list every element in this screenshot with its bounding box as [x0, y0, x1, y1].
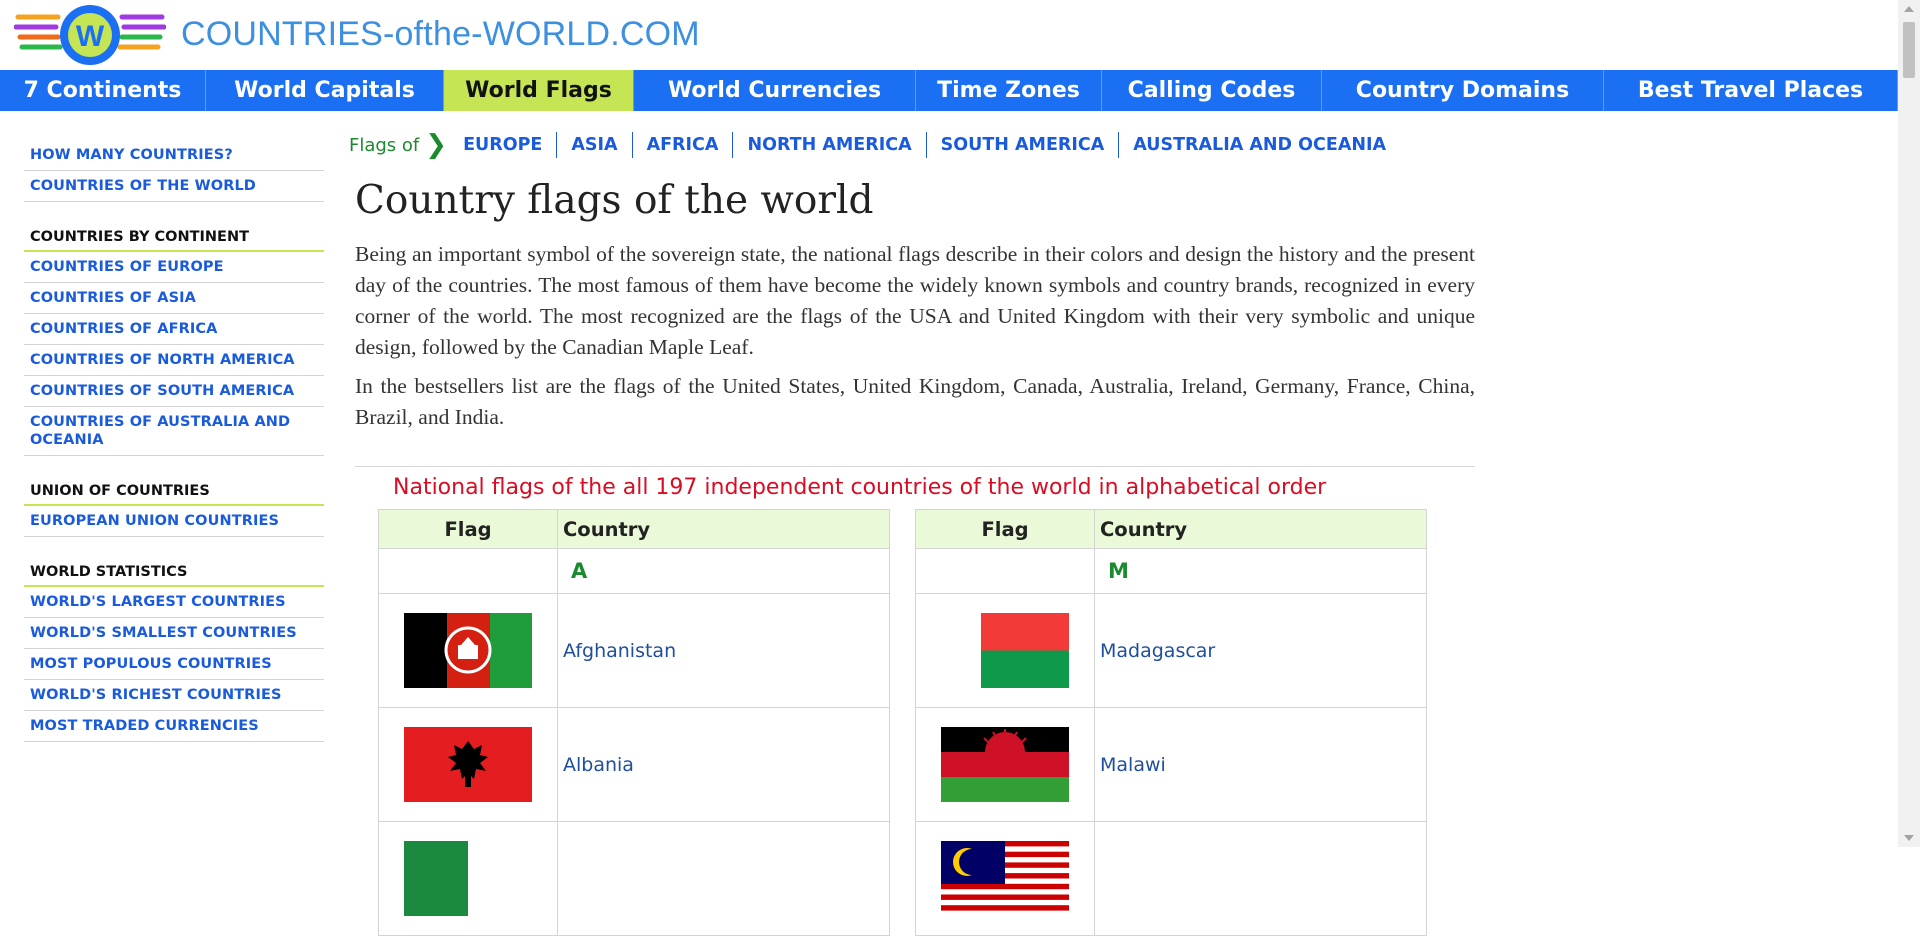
- letter-row: A: [378, 548, 890, 594]
- column-header-country: Country: [1094, 509, 1427, 549]
- albania-flag[interactable]: [404, 727, 532, 802]
- nav-item-world-flags[interactable]: World Flags: [444, 70, 634, 111]
- afghanistan-flag[interactable]: [404, 613, 532, 688]
- flags-table-left: Flag Country A Afghanistan Albania: [378, 509, 890, 936]
- sidebar-link[interactable]: COUNTRIES OF AFRICA: [24, 314, 324, 345]
- breadcrumb-label: Flags of: [349, 134, 420, 156]
- site-logo[interactable]: W: [14, 3, 166, 68]
- sidebar-section-heading: COUNTRIES BY CONTINENT: [24, 222, 324, 252]
- sidebar-link[interactable]: MOST POPULOUS COUNTRIES: [24, 649, 324, 680]
- bestsellers-paragraph: In the bestsellers list are the flags of…: [355, 374, 1475, 429]
- country-link[interactable]: Madagascar: [1094, 593, 1427, 708]
- column-header-flag: Flag: [915, 509, 1095, 549]
- svg-text:W: W: [76, 20, 105, 53]
- sidebar-link[interactable]: HOW MANY COUNTRIES?: [24, 140, 324, 171]
- table-row[interactable]: Malawi: [915, 707, 1427, 822]
- nav-item-best-travel-places[interactable]: Best Travel Places: [1604, 70, 1898, 111]
- page-title: Country flags of the world: [355, 178, 874, 223]
- sidebar-link[interactable]: COUNTRIES OF EUROPE: [24, 252, 324, 283]
- sidebar-link[interactable]: COUNTRIES OF ASIA: [24, 283, 324, 314]
- letter-row: M: [915, 548, 1427, 594]
- country-link[interactable]: Albania: [557, 707, 890, 822]
- page-scrollbar[interactable]: [1898, 0, 1920, 847]
- letter-heading: M: [1108, 559, 1129, 583]
- nav-item-time-zones[interactable]: Time Zones: [916, 70, 1102, 111]
- breadcrumb-link-australia-and-oceania[interactable]: AUSTRALIA AND OCEANIA: [1119, 132, 1400, 158]
- table-row[interactable]: Afghanistan: [378, 593, 890, 708]
- intro-paragraph: Being an important symbol of the soverei…: [355, 242, 1475, 359]
- malaysia-flag[interactable]: [941, 841, 1069, 916]
- table-row[interactable]: [378, 821, 890, 936]
- site-title[interactable]: COUNTRIES-ofthe-WORLD.COM: [181, 15, 700, 54]
- table-row[interactable]: [915, 821, 1427, 936]
- algeria-flag[interactable]: [404, 841, 532, 916]
- sidebar-link[interactable]: COUNTRIES OF THE WORLD: [24, 171, 324, 202]
- nav-item-world-capitals[interactable]: World Capitals: [206, 70, 444, 111]
- sidebar-section-heading: UNION OF COUNTRIES: [24, 476, 324, 506]
- site-header: W COUNTRIES-ofthe-WORLD.COM: [0, 0, 1898, 70]
- sidebar-link[interactable]: EUROPEAN UNION COUNTRIES: [24, 506, 324, 537]
- sidebar-link[interactable]: WORLD'S RICHEST COUNTRIES: [24, 680, 324, 711]
- sidebar-link[interactable]: COUNTRIES OF AUSTRALIA AND OCEANIA: [24, 407, 324, 456]
- nav-item-7-continents[interactable]: 7 Continents: [0, 70, 206, 111]
- nav-item-country-domains[interactable]: Country Domains: [1322, 70, 1604, 111]
- table-row[interactable]: Albania: [378, 707, 890, 822]
- letter-heading: A: [571, 559, 588, 583]
- country-link[interactable]: Afghanistan: [557, 593, 890, 708]
- breadcrumb-link-asia[interactable]: ASIA: [557, 132, 633, 158]
- sidebar-link[interactable]: MOST TRADED CURRENCIES: [24, 711, 324, 742]
- flags-table-right: Flag Country M Madagascar Malawi: [915, 509, 1427, 936]
- divider: [355, 466, 1475, 467]
- list-title: National flags of the all 197 independen…: [393, 475, 1327, 500]
- sidebar-section-heading: WORLD STATISTICS: [24, 557, 324, 587]
- scroll-up-arrow-icon[interactable]: [1904, 6, 1914, 12]
- main-nav: 7 Continents World Capitals World Flags Wor…: [0, 70, 1898, 111]
- malawi-flag[interactable]: [941, 727, 1069, 802]
- sidebar: HOW MANY COUNTRIES? COUNTRIES OF THE WORL…: [24, 140, 324, 742]
- column-header-flag: Flag: [378, 509, 558, 549]
- scroll-down-arrow-icon[interactable]: [1904, 835, 1914, 841]
- madagascar-flag[interactable]: [941, 613, 1069, 688]
- table-row[interactable]: Madagascar: [915, 593, 1427, 708]
- scroll-thumb[interactable]: [1903, 22, 1915, 78]
- breadcrumb-link-africa[interactable]: AFRICA: [633, 132, 734, 158]
- breadcrumb-link-north-america[interactable]: NORTH AMERICA: [733, 132, 927, 158]
- flags-breadcrumb: Flags of ❯ EUROPE ASIA AFRICA NORTH AMERICA…: [349, 130, 1400, 160]
- sidebar-link[interactable]: WORLD'S SMALLEST COUNTRIES: [24, 618, 324, 649]
- sidebar-link[interactable]: COUNTRIES OF SOUTH AMERICA: [24, 376, 324, 407]
- column-header-country: Country: [557, 509, 890, 549]
- breadcrumb-link-south-america[interactable]: SOUTH AMERICA: [927, 132, 1120, 158]
- nav-item-calling-codes[interactable]: Calling Codes: [1102, 70, 1322, 111]
- country-link[interactable]: Malawi: [1094, 707, 1427, 822]
- sidebar-link[interactable]: WORLD'S LARGEST COUNTRIES: [24, 587, 324, 618]
- nav-item-world-currencies[interactable]: World Currencies: [634, 70, 916, 111]
- breadcrumb-link-europe[interactable]: EUROPE: [459, 132, 558, 158]
- chevron-right-icon: ❯: [425, 130, 448, 160]
- sidebar-link[interactable]: COUNTRIES OF NORTH AMERICA: [24, 345, 324, 376]
